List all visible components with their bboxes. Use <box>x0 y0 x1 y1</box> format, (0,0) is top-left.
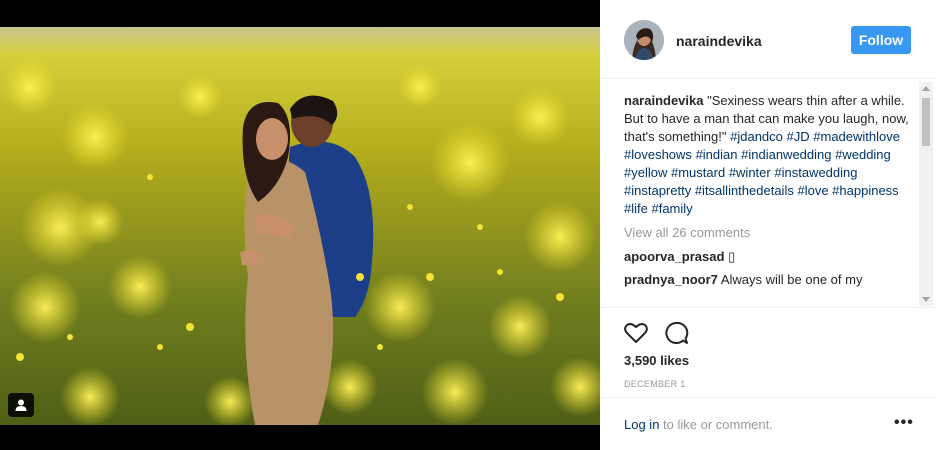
follow-button[interactable]: Follow <box>851 26 911 54</box>
hashtag-link[interactable]: #jdandco <box>730 129 783 144</box>
post-footer: Log in to like or comment. ••• <box>600 397 936 450</box>
comments-list: naraindevika "Sexiness wears thin after … <box>624 92 912 307</box>
hashtag-link[interactable]: #happiness <box>832 183 899 198</box>
comment-bubble-icon[interactable] <box>663 320 689 346</box>
photo-illustration <box>0 27 600 425</box>
media-panel <box>0 0 600 450</box>
post-username[interactable]: naraindevika <box>676 33 762 49</box>
hashtag-link[interactable]: #instawedding <box>774 165 857 180</box>
post-header: naraindevika Follow <box>600 0 936 79</box>
post-photo[interactable] <box>0 27 600 425</box>
comment-text: ▯ <box>728 249 736 264</box>
post-caption: naraindevika "Sexiness wears thin after … <box>624 92 912 218</box>
hashtag-link[interactable]: #loveshows <box>624 147 692 162</box>
likes-count[interactable]: 3,590 likes <box>624 353 689 368</box>
scroll-down-arrow-icon[interactable] <box>922 297 930 302</box>
list-item: apoorva_prasad ▯ <box>624 248 912 266</box>
scroll-thumb[interactable] <box>922 98 930 146</box>
post-date: DECEMBER 1 <box>624 379 686 389</box>
hashtag-link[interactable]: #family <box>651 201 692 216</box>
hashtag-link[interactable]: #indianwedding <box>741 147 831 162</box>
post-actions: 3,590 likes DECEMBER 1 <box>600 307 936 397</box>
hashtag-link[interactable]: #indian <box>696 147 738 162</box>
hashtag-link[interactable]: #mustard <box>671 165 725 180</box>
hashtag-link[interactable]: #wedding <box>835 147 891 162</box>
hashtag-link[interactable]: #instapretty <box>624 183 691 198</box>
hashtag-link[interactable]: #yellow <box>624 165 667 180</box>
person-icon[interactable] <box>8 393 34 417</box>
hashtag-link[interactable]: #itsallinthedetails <box>695 183 794 198</box>
more-options-icon[interactable]: ••• <box>894 414 914 432</box>
avatar[interactable] <box>624 20 664 60</box>
hashtag-link[interactable]: #love <box>797 183 828 198</box>
scroll-up-arrow-icon[interactable] <box>922 86 930 91</box>
caption-username[interactable]: naraindevika <box>624 93 704 108</box>
hashtag-link[interactable]: #winter <box>729 165 771 180</box>
hashtag-link[interactable]: #life <box>624 201 648 216</box>
comment-username[interactable]: apoorva_prasad <box>624 249 724 264</box>
heart-icon[interactable] <box>623 320 649 346</box>
comments-scrollbar[interactable] <box>919 82 933 306</box>
comment-text: Always will be one of my <box>720 272 863 287</box>
list-item: pradnya_noor7 Always will be one of my <box>624 271 912 289</box>
login-prompt: Log in to like or comment. <box>624 417 773 432</box>
login-prompt-text: to like or comment. <box>659 417 773 432</box>
hashtag-link[interactable]: #madewithlove <box>813 129 900 144</box>
comment-username[interactable]: pradnya_noor7 <box>624 272 718 287</box>
login-link[interactable]: Log in <box>624 417 659 432</box>
view-all-comments-link[interactable]: View all 26 comments <box>624 224 912 242</box>
post-info-panel: naraindevika Follow naraindevika "Sexine… <box>600 0 936 450</box>
hashtag-link[interactable]: #JD <box>787 129 810 144</box>
